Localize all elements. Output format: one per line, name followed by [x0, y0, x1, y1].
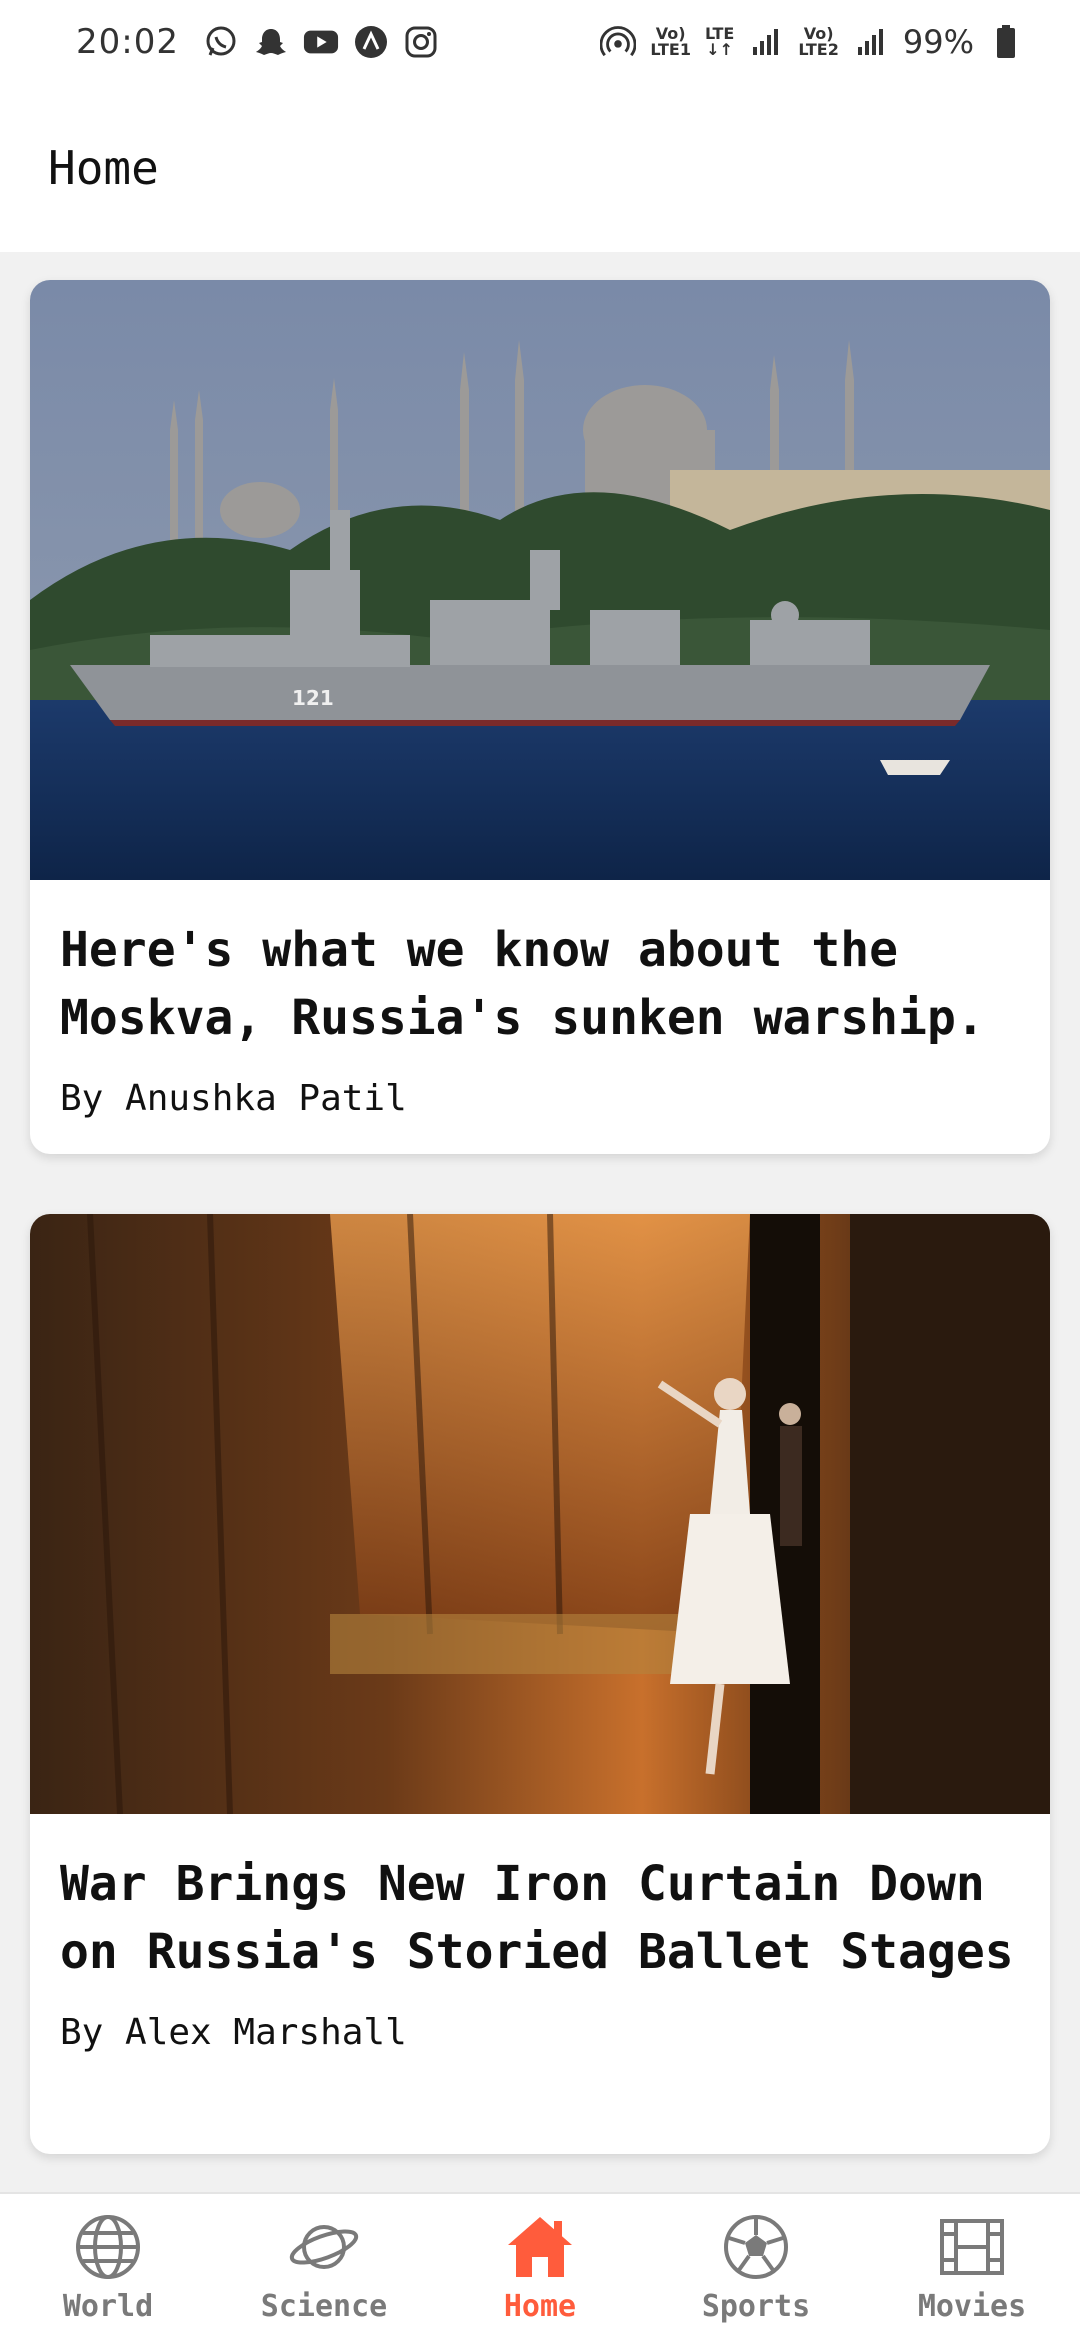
- bottom-navigation: World Science Home Sports Movies: [0, 2192, 1080, 2340]
- article-image[interactable]: 121: [30, 280, 1050, 880]
- instagram-icon: [403, 24, 439, 60]
- home-icon: [508, 2216, 572, 2277]
- nav-item-home[interactable]: Home: [440, 2211, 640, 2324]
- nav-item-science[interactable]: Science: [224, 2211, 424, 2324]
- film-icon: [940, 2218, 1004, 2275]
- status-right: Vo) LTE1 LTE ↓↑ Vo) LTE2 99%: [600, 23, 1024, 61]
- snapchat-icon: [253, 24, 289, 60]
- app-icon: [353, 24, 389, 60]
- nav-label: World: [62, 2288, 154, 2324]
- soccer-ball-icon: [724, 2214, 788, 2279]
- news-feed[interactable]: 121 Here's what we know about the Moskva…: [0, 252, 1080, 2192]
- lte-label: LTE ↓↑: [704, 24, 735, 59]
- youtube-icon: [303, 24, 339, 60]
- status-left: 20:02: [76, 22, 439, 62]
- status-time: 20:02: [76, 22, 179, 62]
- nav-item-world[interactable]: World: [8, 2211, 208, 2324]
- article-author: By Anushka Patil: [60, 1078, 407, 1119]
- sim2-label: Vo) LTE2: [798, 24, 839, 59]
- nav-item-movies[interactable]: Movies: [872, 2211, 1072, 2324]
- page-title: Home: [48, 141, 159, 195]
- article-author: By Alex Marshall: [60, 2012, 407, 2053]
- planet-icon: [289, 2224, 359, 2269]
- article-title[interactable]: Here's what we know about the Moskva, Ru…: [30, 880, 1050, 1052]
- article-image[interactable]: [30, 1214, 1050, 1814]
- article-card[interactable]: 121 Here's what we know about the Moskva…: [30, 280, 1050, 1154]
- nav-label: Home: [503, 2288, 577, 2324]
- sim1-label: Vo) LTE1: [650, 24, 691, 59]
- article-title[interactable]: War Brings New Iron Curtain Down on Russ…: [30, 1814, 1050, 1986]
- app-bar: Home: [0, 84, 1080, 252]
- nav-label: Sports: [701, 2288, 811, 2324]
- nav-label: Science: [260, 2288, 388, 2324]
- hotspot-icon: [600, 24, 637, 60]
- signal-icon: [748, 24, 784, 60]
- signal-icon-2: [853, 24, 889, 60]
- battery-percent: 99%: [902, 23, 974, 61]
- article-card[interactable]: War Brings New Iron Curtain Down on Russ…: [30, 1214, 1050, 2154]
- nav-item-sports[interactable]: Sports: [656, 2211, 856, 2324]
- status-bar: 20:02 Vo) LTE1 LTE ↓↑ Vo) LTE2 99%: [0, 0, 1080, 84]
- globe-icon: [76, 2214, 140, 2279]
- battery-icon: [988, 24, 1024, 60]
- nav-label: Movies: [917, 2288, 1027, 2324]
- whatsapp-icon: [203, 24, 239, 60]
- svg-text:121: 121: [292, 686, 334, 710]
